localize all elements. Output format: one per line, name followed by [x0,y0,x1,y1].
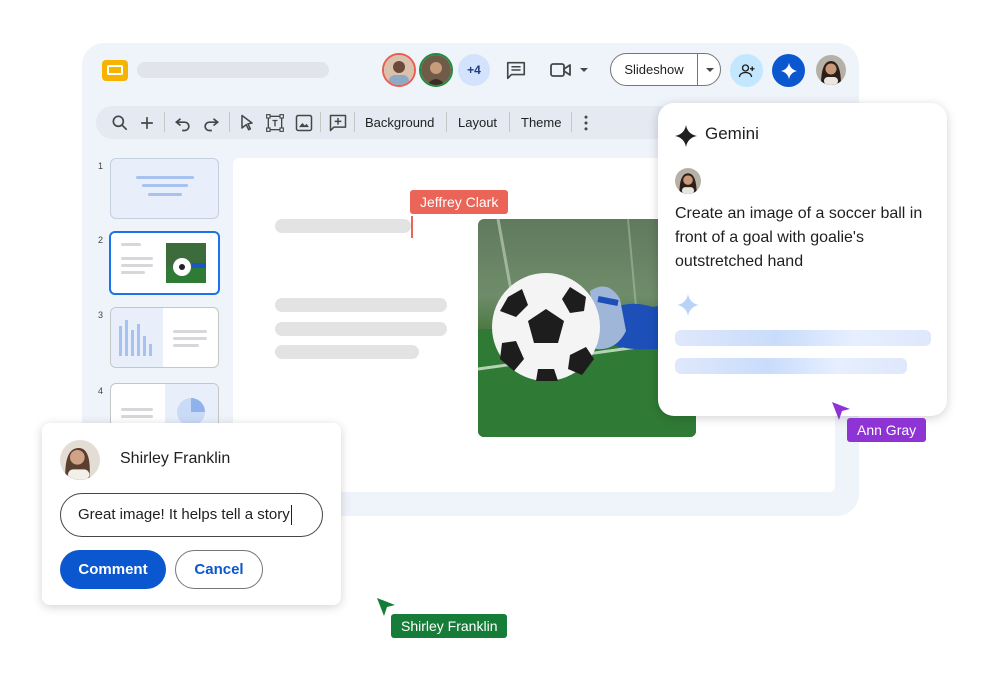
comment-add-icon[interactable] [328,113,348,133]
toolbar-divider [320,112,321,132]
plus-icon[interactable] [137,113,157,133]
more-collaborators-chip[interactable]: +4 [458,54,490,86]
slide-number: 3 [98,310,104,320]
toolbar-divider [509,112,510,132]
select-cursor-icon[interactable] [237,113,257,133]
divider [697,54,698,85]
body-text-placeholder[interactable] [275,345,419,359]
undo-icon[interactable] [173,113,193,133]
toolbar-divider [164,112,165,132]
toolbar-divider [571,112,572,132]
layout-menu[interactable]: Layout [458,115,497,130]
slide-number: 2 [98,235,104,245]
slide-thumbnail-2[interactable] [109,231,220,295]
slideshow-options-dropdown[interactable] [701,54,719,85]
background-menu[interactable]: Background [365,115,434,130]
collaborator-cursor-label: Shirley Franklin [391,614,508,638]
redo-icon[interactable] [201,113,221,133]
toolbar-divider [229,112,230,132]
soccer-image-thumbnail [166,243,206,283]
text-cursor [411,216,413,238]
collaborator-cursor-label: Jeffrey Clark [410,190,509,214]
commenter-avatar [60,440,100,480]
slide-thumbnail-3[interactable] [110,307,219,368]
slide-thumbnail-1[interactable] [110,158,219,219]
slides-logo-icon[interactable] [101,57,129,85]
slideshow-label[interactable]: Slideshow [611,54,697,85]
video-call-icon[interactable] [549,60,573,80]
gemini-sparkle-icon [780,62,797,79]
chevron-down-icon[interactable] [579,66,589,74]
collaborator-avatar[interactable] [382,53,416,87]
loading-placeholder [675,358,907,374]
more-vert-icon[interactable] [576,113,596,133]
theme-menu[interactable]: Theme [521,115,561,130]
collaborator-cursor-label: Ann Gray [847,418,927,442]
comment-icon[interactable] [505,59,527,81]
body-text-placeholder[interactable] [275,322,447,336]
slide-number: 4 [98,386,104,396]
slideshow-button[interactable]: Slideshow [610,53,721,86]
share-button[interactable] [730,54,763,87]
account-avatar[interactable] [816,55,846,85]
comment-input[interactable]: Great image! It helps tell a story [60,493,323,537]
image-icon[interactable] [294,113,314,133]
gemini-title: Gemini [705,124,759,143]
textbox-icon[interactable] [265,113,285,133]
text-caret [290,505,292,526]
search-icon[interactable] [110,113,130,133]
gemini-loading-sparkle-icon [677,294,699,316]
collaborator-avatar[interactable] [419,53,453,87]
user-avatar [675,168,701,194]
toolbar-divider [446,112,447,132]
chevron-down-icon [706,67,714,72]
toolbar-divider [354,112,355,132]
title-placeholder[interactable] [275,219,411,233]
gemini-sparkle-icon [675,125,697,147]
gemini-button[interactable] [772,54,805,87]
cancel-button[interactable]: Cancel [175,550,263,589]
document-title-placeholder[interactable] [137,62,329,78]
slide-number: 1 [98,161,104,171]
comment-input-value[interactable]: Great image! It helps tell a story [78,506,290,523]
slide-thumbnail-4[interactable] [110,383,219,428]
commenter-name: Shirley Franklin [120,450,231,467]
loading-placeholder [675,330,931,346]
body-text-placeholder[interactable] [275,298,447,312]
share-person-icon [738,63,754,77]
comment-button[interactable]: Comment [60,550,166,589]
gemini-prompt-text: Create an image of a soccer ball in fron… [675,205,923,270]
